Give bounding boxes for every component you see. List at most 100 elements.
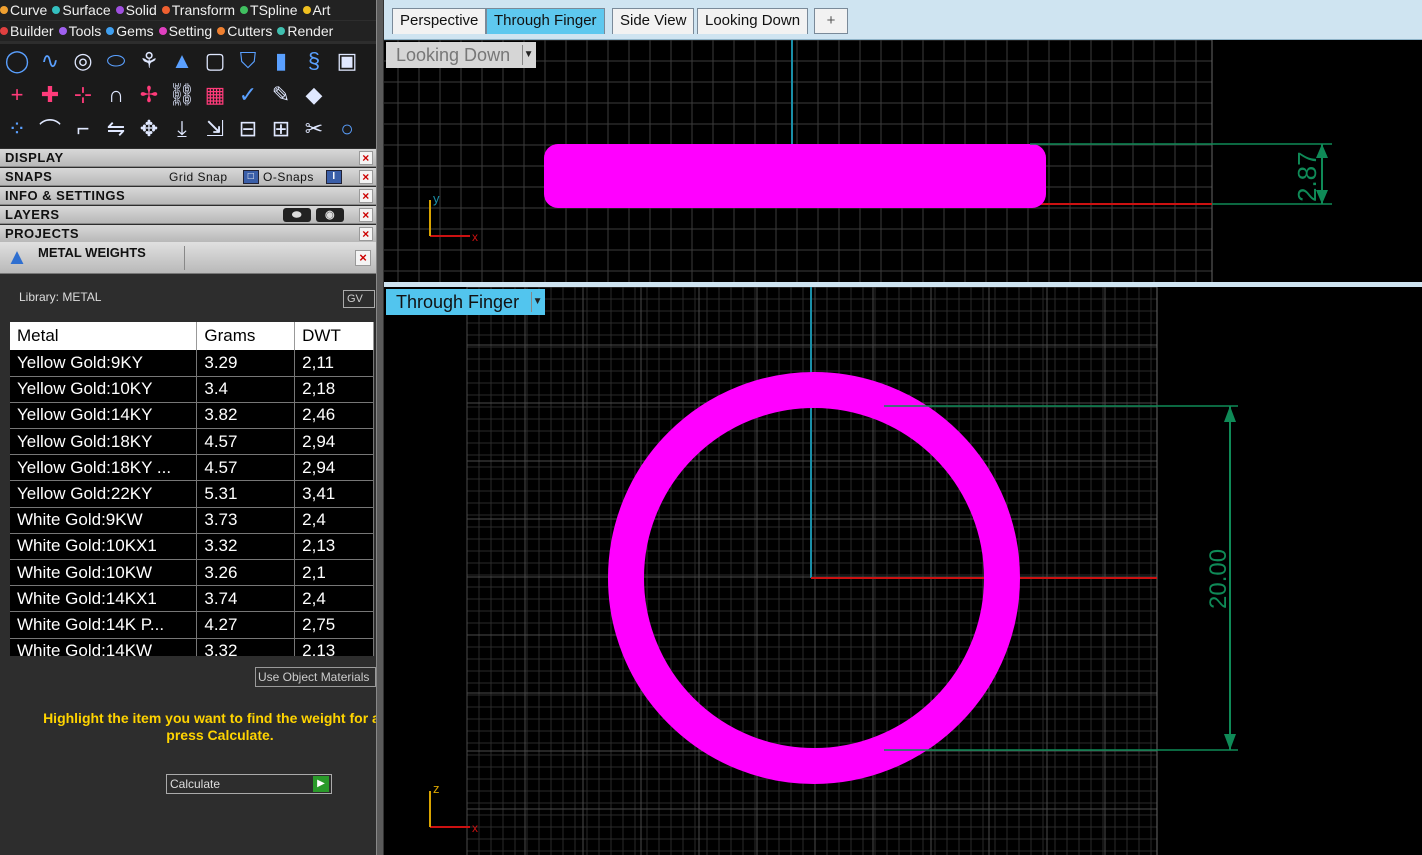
metal-cell: Yellow Gold:10KY <box>10 376 198 403</box>
library-button[interactable]: GV <box>343 290 375 308</box>
grid-snap-toggle[interactable]: □ <box>243 170 259 184</box>
sweep-icon[interactable]: ⇲ <box>200 114 230 144</box>
menu-art[interactable]: Art <box>302 2 330 18</box>
arc-icon[interactable]: ∩ <box>101 80 131 110</box>
viewport-label-looking-down[interactable]: Looking Down ▼ <box>386 42 537 68</box>
chevron-down-icon[interactable]: ▼ <box>531 292 543 312</box>
move-point-icon[interactable]: ✢ <box>134 80 164 110</box>
points-icon[interactable]: ⁘ <box>2 114 32 144</box>
add-point-icon[interactable]: + <box>2 80 32 110</box>
menu-transform[interactable]: Transform <box>161 2 235 18</box>
mirror-icon[interactable]: ⇋ <box>101 114 131 144</box>
fillet-icon[interactable]: ⌐ <box>68 114 98 144</box>
tab-looking-down[interactable]: Looking Down <box>697 8 809 34</box>
close-icon[interactable]: × <box>359 189 373 203</box>
chevron-down-icon[interactable]: ▼ <box>522 45 534 65</box>
menu-curve[interactable]: Curve <box>0 2 47 18</box>
table-row[interactable]: Yellow Gold:14KY 3.82 2,46 <box>10 402 374 430</box>
ungroup-icon[interactable]: ⊞ <box>266 114 296 144</box>
scroll-icon[interactable]: § <box>299 46 329 76</box>
layers-label: LAYERS <box>5 207 60 222</box>
insert-point-icon[interactable]: ⊹ <box>68 80 98 110</box>
o-snaps-toggle[interactable]: I <box>326 170 342 184</box>
group-icon[interactable]: ⊟ <box>233 114 263 144</box>
column-header-grams[interactable]: Grams <box>196 322 296 350</box>
wizard-icon[interactable]: ⚘ <box>134 46 164 76</box>
table-header-row: Metal Grams DWT <box>10 322 374 350</box>
menu-tspline[interactable]: TSpline <box>240 2 298 18</box>
extrude-icon[interactable]: ⤓ <box>167 114 197 144</box>
table-row[interactable]: White Gold:14KW 3.32 2,13 <box>10 638 374 656</box>
tab-through-finger[interactable]: Through Finger <box>486 8 605 34</box>
torus-icon[interactable]: ⬭ <box>101 46 131 76</box>
ring-icon[interactable]: ◎ <box>68 46 98 76</box>
projects-panel-bar[interactable]: PROJECTS × <box>0 225 376 243</box>
calculate-button[interactable]: ▶ <box>313 776 329 792</box>
header-divider <box>184 246 185 270</box>
left-panel: Curve Surface Solid Transform TSpline Art Bui… <box>0 0 376 855</box>
tab-perspective[interactable]: Perspective <box>392 8 487 34</box>
close-icon[interactable]: × <box>359 227 373 241</box>
move-icon[interactable]: ✥ <box>134 114 164 144</box>
viewport-through-finger[interactable]: 20.00 x z Through Finger ▼ <box>384 287 1422 855</box>
edit-icon[interactable]: ✎ <box>266 80 296 110</box>
menu-cutters[interactable]: Cutters <box>217 23 272 39</box>
link-icon[interactable]: ⛓ <box>167 80 197 110</box>
calculate-label: Calculate <box>170 777 221 791</box>
table-row[interactable]: White Gold:10KW 3.26 2,1 <box>10 559 374 587</box>
layers-panel-bar[interactable]: LAYERS ⬬ ◉ × <box>0 206 376 224</box>
info-settings-panel-bar[interactable]: INFO & SETTINGS × <box>0 187 376 205</box>
sphere-icon[interactable]: ○ <box>332 114 362 144</box>
curve-tool-icon[interactable]: ∿ <box>35 46 65 76</box>
close-icon[interactable]: × <box>359 151 373 165</box>
shield-icon[interactable]: ⛉ <box>233 46 263 76</box>
checkmark-icon[interactable]: ✓ <box>233 80 263 110</box>
table-row[interactable]: Yellow Gold:22KY 5.31 3,41 <box>10 480 374 508</box>
bend-icon[interactable]: ⌒ <box>35 114 65 144</box>
snaps-panel-bar[interactable]: SNAPS Grid Snap □ O-Snaps I × <box>0 168 376 186</box>
circle-icon[interactable]: ◯ <box>2 46 32 76</box>
table-row[interactable]: White Gold:14K P... 4.27 2,75 <box>10 611 374 639</box>
menu-tools[interactable]: Tools <box>58 23 102 39</box>
o-snaps-label[interactable]: O-Snaps <box>263 170 314 184</box>
lock-layer-icon[interactable]: ⬬ <box>283 208 311 222</box>
menu-gems[interactable]: Gems <box>106 23 154 39</box>
grid-snap-label[interactable]: Grid Snap <box>169 170 228 184</box>
close-icon[interactable]: × <box>359 208 373 222</box>
table-row[interactable]: Yellow Gold:18KY 4.57 2,94 <box>10 428 374 456</box>
menu-label: Tools <box>68 23 102 39</box>
cut-icon[interactable]: ✂ <box>299 114 329 144</box>
eye-icon[interactable]: ◉ <box>316 208 344 222</box>
menu-surface[interactable]: Surface <box>52 2 111 18</box>
menu-render[interactable]: Render <box>277 23 333 39</box>
cylinder-icon[interactable]: ▮ <box>266 46 296 76</box>
display-panel-bar[interactable]: DISPLAY × <box>0 149 376 167</box>
table-row[interactable]: Yellow Gold:18KY ... 4.57 2,94 <box>10 454 374 482</box>
close-icon[interactable]: × <box>359 170 373 184</box>
use-object-materials-button[interactable]: Use Object Materials <box>255 667 376 687</box>
menu-builder[interactable]: Builder <box>0 23 54 39</box>
menu-setting[interactable]: Setting <box>158 23 212 39</box>
table-row[interactable]: Yellow Gold:10KY 3.4 2,18 <box>10 376 374 403</box>
pavilion-icon[interactable]: ▲ <box>167 46 197 76</box>
gem-icon[interactable]: ◆ <box>299 80 329 110</box>
pattern-icon[interactable]: ▦ <box>200 80 230 110</box>
column-header-dwt[interactable]: DWT <box>294 322 374 350</box>
table-row[interactable]: White Gold:14KX1 3.74 2,4 <box>10 585 374 613</box>
tab-side-view[interactable]: Side View <box>612 8 695 34</box>
viewport-looking-down[interactable]: 2.87 x y Looking Down ▼ <box>384 40 1422 282</box>
add-tab-icon[interactable]: + <box>814 8 848 34</box>
column-header-metal[interactable]: Metal <box>10 322 198 350</box>
add-points-icon[interactable]: ✚ <box>35 80 65 110</box>
table-row[interactable]: White Gold:9KW 3.73 2,4 <box>10 507 374 534</box>
rounded-square-icon[interactable]: ▢ <box>200 46 230 76</box>
viewport-label-through-finger[interactable]: Through Finger ▼ <box>386 289 546 315</box>
panel-splitter[interactable] <box>376 0 384 855</box>
metal-weights-table[interactable]: Metal Grams DWT Yellow Gold:9KY 3.29 2,11 Y… <box>10 322 374 656</box>
close-icon[interactable]: × <box>355 250 371 266</box>
panel-toggle-icon[interactable]: ▣ <box>332 46 362 76</box>
table-row[interactable]: Yellow Gold:9KY 3.29 2,11 <box>10 350 374 377</box>
menu-solid[interactable]: Solid <box>115 2 157 18</box>
calculate-field[interactable]: Calculate ▶ <box>166 774 332 794</box>
table-row[interactable]: White Gold:10KX1 3.32 2,13 <box>10 533 374 561</box>
